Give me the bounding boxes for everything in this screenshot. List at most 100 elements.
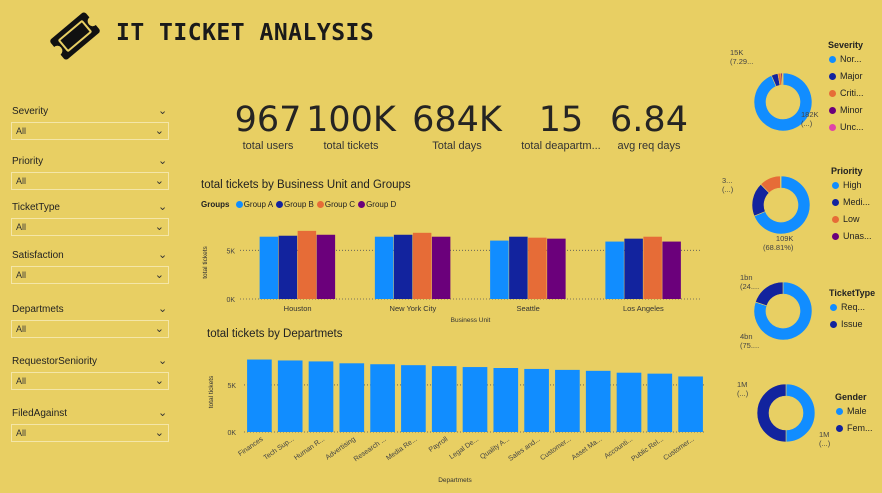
legend-swatch (830, 304, 837, 311)
legend-swatch (836, 408, 843, 415)
legend-item[interactable]: Medi... (832, 197, 870, 207)
legend-label: Group B (284, 200, 314, 209)
x-tick-label: Research ... (353, 436, 388, 463)
legend-item[interactable]: Male (836, 406, 867, 416)
bar[interactable] (462, 367, 488, 432)
bar[interactable] (524, 368, 549, 432)
legend-label: Low (843, 214, 860, 224)
legend-item[interactable]: Group D (358, 200, 396, 209)
donut-slice[interactable] (755, 281, 784, 307)
bar[interactable] (374, 236, 394, 299)
bar[interactable] (585, 370, 611, 432)
bar[interactable] (624, 238, 643, 299)
bar[interactable] (370, 364, 395, 432)
legend-item[interactable]: Minor (829, 105, 863, 115)
bar[interactable] (401, 365, 426, 432)
bar[interactable] (308, 361, 334, 432)
chevron-down-icon: ⌄ (154, 375, 164, 387)
legend-item[interactable]: Major (829, 71, 863, 81)
legend-item[interactable]: Group B (276, 200, 314, 209)
donut-data-label: 4bn (75.... (740, 332, 759, 350)
x-tick-label: Seattle (516, 304, 539, 313)
legend-item[interactable]: Low (832, 214, 860, 224)
bar[interactable] (259, 236, 279, 299)
legend-item[interactable]: Criti... (829, 88, 864, 98)
bar[interactable] (528, 237, 547, 299)
legend-item[interactable]: Issue (830, 319, 863, 329)
x-tick-label: Payroll (428, 436, 450, 454)
slicer-dropdown-6[interactable]: All ⌄ (11, 424, 169, 442)
departments-chart: 0K5KFinancesTech Sup...Human R...Adverti… (208, 359, 706, 484)
bar[interactable] (412, 232, 432, 299)
bar[interactable] (490, 240, 509, 299)
slicer-collapse-icon[interactable]: ⌄ (158, 248, 167, 261)
data-label-percent: (68.81%) (763, 243, 794, 252)
bar[interactable] (678, 376, 703, 432)
bar[interactable] (339, 363, 365, 432)
legend-label: Group C (324, 200, 356, 209)
bar[interactable] (547, 238, 566, 299)
slicer-collapse-icon[interactable]: ⌄ (158, 154, 167, 167)
x-tick-label: Sales and... (507, 436, 541, 463)
x-axis-title: Business Unit (451, 317, 491, 324)
bar[interactable] (493, 368, 519, 432)
bar[interactable] (278, 235, 298, 299)
legend-label: Issue (841, 319, 863, 329)
business-unit-chart: 0K 5K Houston New York City Seattle Los Angel… (202, 230, 701, 324)
donut-slice[interactable] (756, 383, 787, 443)
y-tick-label: 0K (227, 430, 236, 437)
bar[interactable] (393, 234, 413, 299)
bar[interactable] (509, 236, 528, 299)
slicer-dropdown-2[interactable]: All ⌄ (11, 218, 169, 236)
chevron-down-icon: ⌄ (154, 323, 164, 335)
slicer-label-5: RequestorSeniority (12, 356, 98, 367)
slicer-dropdown-4[interactable]: All ⌄ (11, 320, 169, 338)
donut-slice[interactable] (780, 175, 782, 189)
slicer-dropdown-3[interactable]: All ⌄ (11, 266, 169, 284)
legend-item[interactable]: High (832, 180, 862, 190)
donut-slice[interactable] (785, 383, 816, 443)
legend-swatch (829, 73, 836, 80)
kpi-card-3: 15 total deapartm... (511, 100, 611, 152)
legend-item[interactable]: Fem... (836, 423, 873, 433)
bar[interactable] (555, 369, 580, 432)
legend-swatch (829, 56, 836, 63)
donut-slice[interactable] (781, 72, 784, 86)
legend-item[interactable]: Unas... (832, 231, 872, 241)
x-tick-label: Media Re... (385, 436, 418, 462)
bar[interactable] (277, 360, 303, 432)
bar[interactable] (247, 359, 272, 432)
slicer-dropdown-1[interactable]: All ⌄ (11, 172, 169, 190)
slicer-collapse-icon[interactable]: ⌄ (158, 104, 167, 117)
x-tick-label: Tech Sup... (263, 436, 296, 462)
slicer-collapse-icon[interactable]: ⌄ (158, 354, 167, 367)
legend-item[interactable]: Group C (316, 200, 356, 209)
legend-title: Groups (201, 200, 230, 209)
legend-label: Minor (840, 105, 863, 115)
chevron-down-icon: ⌄ (154, 221, 164, 233)
bar[interactable] (616, 372, 642, 432)
bar[interactable] (605, 241, 624, 299)
bar[interactable] (297, 230, 317, 299)
slicer-collapse-icon[interactable]: ⌄ (158, 406, 167, 419)
kpi-value: 6.84 (610, 100, 688, 140)
bar[interactable] (643, 236, 662, 299)
bar[interactable] (431, 366, 457, 432)
bar[interactable] (431, 236, 451, 299)
slicer-collapse-icon[interactable]: ⌄ (158, 200, 167, 213)
data-label-value: 15K (730, 48, 744, 57)
slicer-dropdown-5[interactable]: All ⌄ (11, 372, 169, 390)
bar[interactable] (647, 373, 673, 432)
legend-item[interactable]: Unc... (829, 122, 864, 132)
slicer-collapse-icon[interactable]: ⌄ (158, 302, 167, 315)
slicer-dropdown-0[interactable]: All ⌄ (11, 122, 169, 140)
legend-swatch (832, 233, 839, 240)
legend-item[interactable]: Group A (235, 200, 273, 209)
donut-data-label: 1bn (24.... (740, 273, 759, 291)
data-label-value: 1M (737, 380, 748, 389)
bar[interactable] (316, 234, 336, 299)
legend-item[interactable]: Nor... (829, 54, 862, 64)
legend-label: Criti... (840, 88, 864, 98)
bar[interactable] (662, 241, 681, 299)
legend-item[interactable]: Req... (830, 302, 865, 312)
